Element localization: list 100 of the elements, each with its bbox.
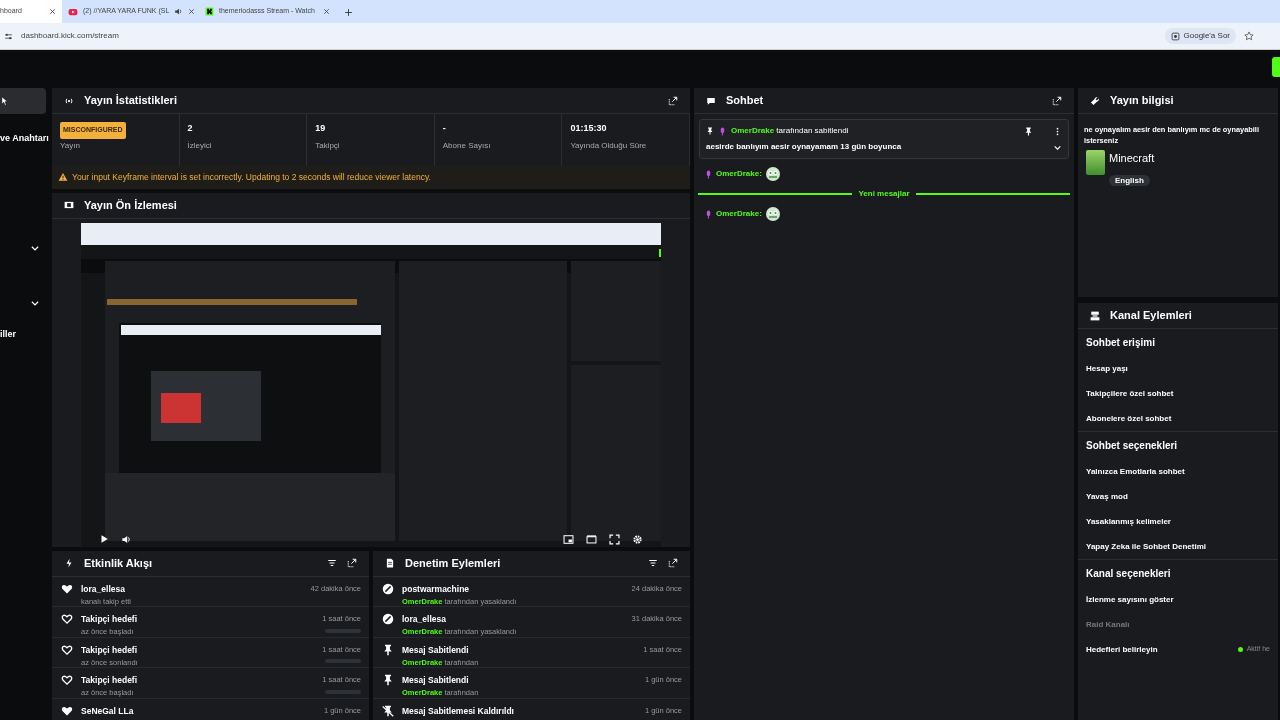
microphone-badge-icon [704, 169, 713, 179]
cursor-icon [0, 96, 10, 106]
chevron-down-icon [30, 298, 40, 308]
panel-title: Kanal Eylemleri [1110, 308, 1193, 324]
panel-title: Etkinlik Akışı [84, 556, 154, 571]
bookmark-star-icon[interactable] [1244, 31, 1254, 41]
chat-username[interactable]: OmerDrake: [716, 208, 762, 220]
settings-icon[interactable] [632, 533, 643, 545]
channel-action[interactable]: İzlenme sayısını göster [1078, 587, 1278, 612]
sidebar-item[interactable]: ve Anahtarı [0, 126, 48, 152]
moderation-title: Mesaj Sabitlendi [402, 643, 470, 657]
channel-action[interactable]: Yalnızca Emotlarla sohbet [1078, 459, 1278, 484]
popout-icon[interactable] [668, 558, 678, 569]
stat-label: Yayın [60, 140, 81, 152]
chevron-down-icon [30, 243, 40, 253]
moderation-title: postwarmachine [402, 582, 471, 596]
section-heading: Sohbet erişimi [1085, 336, 1156, 350]
channel-action[interactable]: Yapay Zeka ile Sohbet Denetimi [1078, 534, 1278, 559]
event-title: lora_ellesa [81, 582, 126, 596]
panel-title: Denetim Eylemleri [405, 556, 502, 571]
channel-action[interactable]: Yasaklanmış kelimeler [1078, 509, 1278, 534]
channel-action[interactable]: Takipçilere özel sohbet [1078, 381, 1278, 406]
emote-icon [764, 166, 781, 182]
heart-icon [61, 704, 73, 717]
microphone-badge-icon [704, 209, 713, 219]
video-icon [68, 6, 78, 17]
film-icon [64, 200, 74, 211]
stat-value: 01:15:30 [570, 122, 608, 135]
close-icon[interactable] [188, 8, 196, 15]
chat-icon [706, 95, 716, 106]
fullscreen-icon[interactable] [609, 533, 620, 545]
new-messages-divider: Yeni mesajlar [858, 188, 910, 200]
stat-label: Takipçi [315, 140, 341, 152]
event-title: Takipçi hedefi [81, 613, 138, 626]
site-settings-icon[interactable] [4, 31, 13, 41]
channel-actions-icon [1090, 310, 1100, 321]
panel-title: Yayın Ön İzlemesi [84, 198, 178, 213]
stat-value: 2 [187, 122, 194, 135]
popout-icon[interactable] [1052, 95, 1062, 106]
pin-icon [706, 127, 714, 135]
filter-icon[interactable] [648, 558, 658, 569]
pin-icon [382, 643, 394, 656]
status-dot [1237, 647, 1243, 652]
popout-icon[interactable] [668, 95, 678, 106]
stat-label: Yayında Olduğu Süre [570, 140, 648, 152]
warning-text: Your input Keyframe interval is set incorrectly. Updating to 2 seconds will reduce viewer latency. [72, 171, 431, 184]
emote-icon [764, 206, 781, 222]
event-title: SeNeGal LLa [81, 704, 134, 718]
stat-value: - [442, 122, 447, 135]
moderation-title: lora_ellesa [402, 613, 447, 626]
heart-icon [61, 582, 73, 595]
event-title: Takipçi hedefi [81, 643, 138, 657]
close-icon[interactable] [323, 8, 330, 15]
warning-icon [58, 172, 68, 183]
channel-action[interactable]: Yavaş mod [1078, 484, 1278, 509]
moderation-title: Mesaj Sabitlendi [402, 674, 470, 687]
language-tag: English [1109, 174, 1150, 186]
panel-title: Yayın İstatistikleri [84, 93, 178, 109]
chat-username[interactable]: OmerDrake: [716, 168, 762, 180]
picture-in-picture-icon[interactable] [563, 533, 574, 545]
heart-outline-icon [61, 674, 73, 687]
panel-title: Sohbet [726, 93, 765, 109]
play-icon[interactable] [99, 534, 109, 545]
speaker-icon [174, 7, 184, 16]
channel-action-label: Hedefleri belirleyin [1086, 643, 1159, 656]
popout-icon[interactable] [347, 558, 357, 569]
document-icon [385, 558, 395, 569]
moderation-title: Mesaj Sabitlemesi Kaldırıldı [402, 704, 514, 718]
pinned-message-text: aesirde banlıyım aesir oynayamam 13 gün boyunca [706, 141, 903, 153]
channel-action[interactable]: Abonelere özel sohbet [1078, 406, 1278, 431]
section-heading: Sohbet seçenekleri [1085, 439, 1179, 453]
pin-icon [382, 674, 394, 687]
sidebar-item[interactable]: iller [0, 322, 48, 348]
microphone-badge-icon [718, 126, 727, 136]
stat-label: İzleyici [187, 140, 213, 152]
panel-title: Yayın bilgisi [1110, 93, 1175, 109]
theater-mode-icon[interactable] [586, 533, 597, 545]
lens-icon [1170, 31, 1180, 41]
lens-button[interactable]: Google'a Sor [1164, 28, 1236, 44]
event-title: Takipçi hedefi [81, 674, 138, 687]
bolt-icon [64, 558, 74, 569]
channel-action[interactable]: Hesap yaşı [1078, 356, 1278, 381]
stat-label: Abone Sayısı [442, 140, 492, 152]
close-icon[interactable] [49, 8, 56, 15]
ban-icon [382, 613, 394, 626]
unpin-icon [382, 704, 394, 717]
heart-outline-icon [61, 613, 73, 626]
category-thumbnail[interactable] [1086, 150, 1105, 176]
pinned-by-text: OmerDrake tarafından sabitlendi [731, 125, 849, 137]
stat-value: 19 [315, 122, 327, 135]
kick-logo-icon [205, 7, 214, 16]
category-name[interactable]: Minecraft [1109, 150, 1155, 167]
ban-icon [382, 582, 394, 595]
unpin-button-icon[interactable] [1024, 126, 1033, 136]
heart-outline-icon [61, 643, 73, 656]
section-heading: Kanal seçenekleri [1085, 567, 1172, 581]
url-field[interactable]: dashboard.kick.com/stream [21, 30, 1157, 42]
new-tab-icon[interactable] [344, 7, 353, 17]
filter-icon[interactable] [327, 558, 337, 569]
wrench-icon [1090, 95, 1100, 106]
